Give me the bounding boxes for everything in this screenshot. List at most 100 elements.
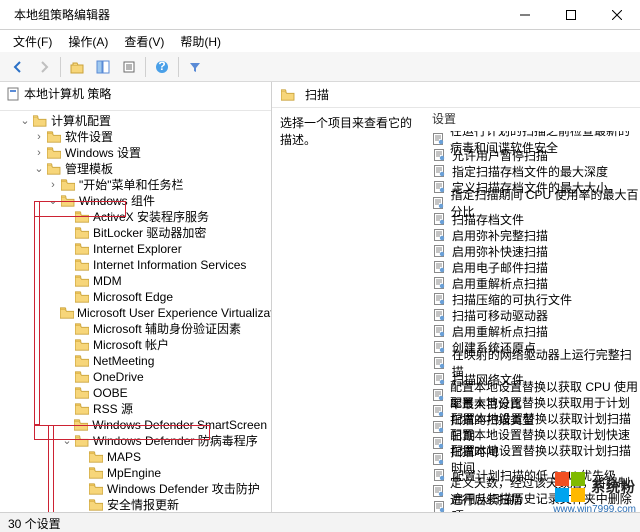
tree-item-atp[interactable]: Windows Defender 攻击防护	[0, 481, 271, 497]
tree-item-label: Microsoft 辅助身份验证因素	[93, 321, 245, 337]
tree-item-iis[interactable]: Internet Information Services	[0, 257, 271, 273]
tree-item-label: NetMeeting	[93, 353, 158, 369]
setting-label: 指定扫描存档文件的最大深度	[452, 163, 608, 180]
tree-item-windows-components[interactable]: ⌄ Windows 组件	[0, 193, 271, 209]
folder-icon	[88, 466, 104, 480]
setting-item[interactable]: 启用弥补快速扫描	[432, 243, 640, 259]
setting-item[interactable]: 指定扫描存档文件的最大深度	[432, 163, 640, 179]
tree[interactable]: ⌄计算机配置›软件设置›Windows 设置⌄管理模板›"开始"菜单和任务栏⌄W…	[0, 111, 271, 513]
tree-item-activex[interactable]: ActiveX 安装程序服务	[0, 209, 271, 225]
setting-item[interactable]: 配置本地设置替换以获取计划扫描时间	[432, 451, 640, 467]
statusbar: 30 个设置	[0, 512, 640, 532]
tree-item-mdm[interactable]: MDM	[0, 273, 271, 289]
tree-item-software-settings[interactable]: › 软件设置	[0, 129, 271, 145]
setting-item[interactable]: 启用电子邮件扫描	[432, 259, 640, 275]
tree-item-uev[interactable]: Microsoft User Experience Virtualization	[0, 305, 271, 321]
svg-text:?: ?	[158, 60, 165, 73]
chevron-down-icon[interactable]: ⌄	[18, 113, 32, 129]
folder-icon	[74, 370, 90, 384]
tree-item-onedrive[interactable]: OneDrive	[0, 369, 271, 385]
watermark: 系统粉 www.win7999.com	[553, 472, 636, 515]
tree-item-rss[interactable]: RSS 源	[0, 401, 271, 417]
tree-item-label: MDM	[93, 273, 126, 289]
setting-item[interactable]: 扫描压缩的可执行文件	[432, 291, 640, 307]
policy-setting-icon	[432, 276, 446, 290]
tree-item-bitlocker[interactable]: BitLocker 驱动器加密	[0, 225, 271, 241]
help-button[interactable]: ?	[150, 55, 174, 79]
setting-item[interactable]: 在运行计划的扫描之前检查最新的病毒和间谍软件安全	[432, 131, 640, 147]
folder-icon	[74, 258, 90, 272]
tree-item-ie[interactable]: Internet Explorer	[0, 241, 271, 257]
tree-item-label: Windows Defender SmartScreen	[92, 417, 271, 433]
back-button[interactable]	[6, 55, 30, 79]
policy-setting-icon	[432, 420, 445, 434]
tree-item-smartscreen[interactable]: Windows Defender SmartScreen	[0, 417, 271, 433]
tree-item-netmeeting[interactable]: NetMeeting	[0, 353, 271, 369]
show-hide-tree-button[interactable]	[91, 55, 115, 79]
tree-item-start-taskbar[interactable]: ›"开始"菜单和任务栏	[0, 177, 271, 193]
setting-item[interactable]: 扫描可移动驱动器	[432, 307, 640, 323]
setting-item[interactable]: 指定扫描期间 CPU 使用率的最大百分比	[432, 195, 640, 211]
tree-item-oobe[interactable]: OOBE	[0, 385, 271, 401]
policy-setting-icon	[432, 180, 446, 194]
details-header: 扫描	[272, 82, 640, 107]
forward-button[interactable]	[32, 55, 56, 79]
policy-setting-icon	[432, 356, 446, 370]
policy-setting-icon	[432, 340, 446, 354]
policy-setting-icon	[432, 292, 446, 306]
tree-item-label: Microsoft Edge	[93, 289, 177, 305]
tree-item-label: OOBE	[93, 385, 132, 401]
watermark-text: 系统粉	[591, 477, 636, 497]
export-list-button[interactable]	[117, 55, 141, 79]
tree-item-label: Internet Information Services	[93, 257, 250, 273]
tree-item-label: Windows 设置	[65, 145, 145, 161]
column-header-setting[interactable]: 设置	[422, 108, 640, 131]
tree-item-label: Windows 组件	[79, 193, 159, 209]
setting-item[interactable]: 启用重解析点扫描	[432, 323, 640, 339]
policy-setting-icon	[432, 484, 444, 498]
tree-item-sec-id[interactable]: Microsoft 辅助身份验证因素	[0, 321, 271, 337]
tree-item-label: 软件设置	[65, 129, 117, 145]
tree-item-label: MAPS	[107, 449, 145, 465]
tree-item-sec-intel[interactable]: 安全情报更新	[0, 497, 271, 513]
chevron-down-icon[interactable]: ⌄	[46, 193, 60, 209]
setting-item[interactable]: 启用弥补完整扫描	[432, 227, 640, 243]
menu-file[interactable]: 文件(F)	[6, 31, 59, 52]
path-label: 本地计算机 策略	[0, 82, 271, 111]
setting-item[interactable]: 启用重解析点扫描	[432, 275, 640, 291]
tree-item-label: 计算机配置	[51, 113, 115, 129]
filter-button[interactable]	[183, 55, 207, 79]
settings-list[interactable]: 在运行计划的扫描之前检查最新的病毒和间谍软件安全允许用户暂停扫描指定扫描存档文件…	[422, 131, 640, 512]
menu-help[interactable]: 帮助(H)	[173, 31, 228, 52]
menu-view[interactable]: 查看(V)	[117, 31, 171, 52]
policy-setting-icon	[432, 244, 446, 258]
close-button[interactable]	[594, 0, 640, 30]
folder-icon	[60, 178, 76, 192]
tree-item-mpengine[interactable]: MpEngine	[0, 465, 271, 481]
chevron-down-icon[interactable]: ⌄	[32, 161, 46, 177]
menubar: 文件(F) 操作(A) 查看(V) 帮助(H)	[0, 30, 640, 52]
chevron-right-icon[interactable]: ›	[32, 145, 46, 161]
chevron-right-icon[interactable]: ›	[46, 177, 60, 193]
folder-icon	[74, 354, 90, 368]
titlebar: 本地组策略编辑器	[0, 0, 640, 30]
chevron-right-icon[interactable]: ›	[32, 129, 46, 145]
tree-item-maps[interactable]: MAPS	[0, 449, 271, 465]
menu-action[interactable]: 操作(A)	[61, 31, 115, 52]
tree-item-ms-account[interactable]: Microsoft 帐户	[0, 337, 271, 353]
tree-item-defender-av[interactable]: ⌄Windows Defender 防病毒程序	[0, 433, 271, 449]
maximize-button[interactable]	[548, 0, 594, 30]
tree-item-computer-config[interactable]: ⌄ 计算机配置	[0, 113, 271, 129]
minimize-button[interactable]	[502, 0, 548, 30]
folder-icon	[32, 114, 48, 128]
folder-icon	[60, 306, 74, 320]
policy-setting-icon	[432, 196, 445, 210]
up-button[interactable]	[65, 55, 89, 79]
chevron-down-icon[interactable]: ⌄	[60, 433, 74, 449]
tree-item-edge[interactable]: Microsoft Edge	[0, 289, 271, 305]
tree-item-windows-settings[interactable]: › Windows 设置	[0, 145, 271, 161]
separator	[60, 57, 61, 77]
folder-icon	[60, 194, 76, 208]
tree-item-admin-templates[interactable]: ⌄管理模板	[0, 161, 271, 177]
setting-item[interactable]: 在映射的网络驱动器上运行完整扫描	[432, 355, 640, 371]
